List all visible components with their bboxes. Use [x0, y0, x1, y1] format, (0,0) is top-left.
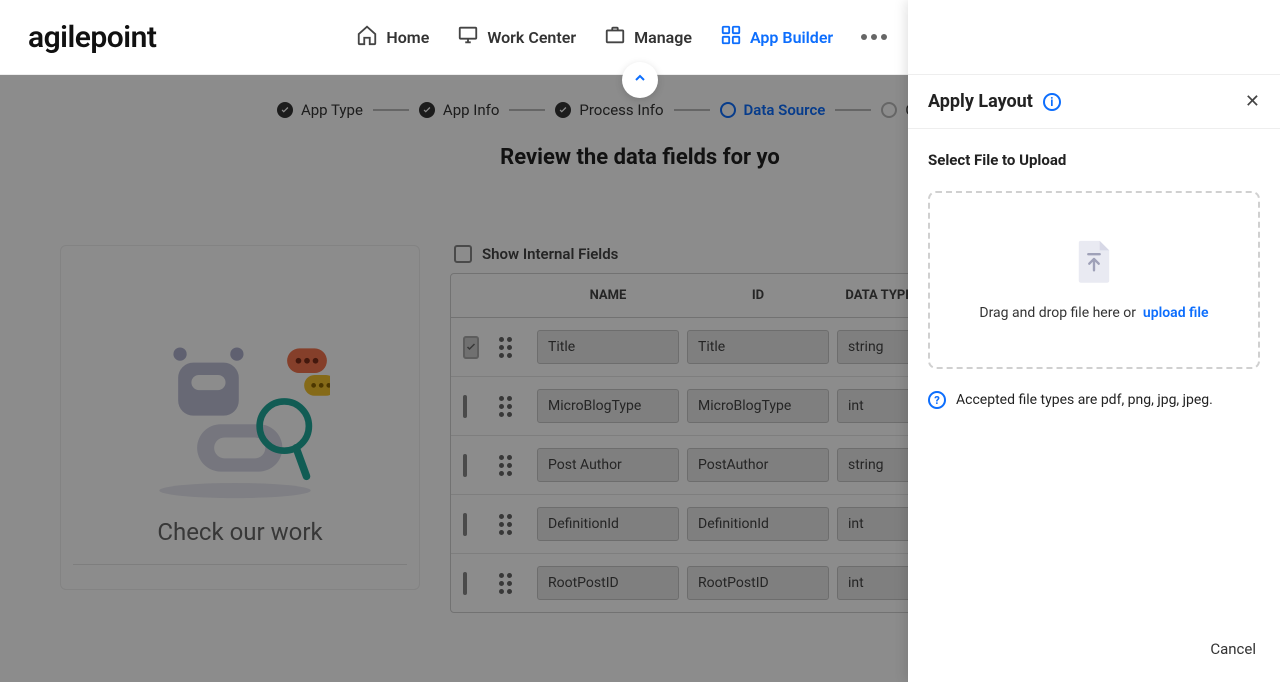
side-panel-body: Select File to Upload Drag and drop file…: [908, 129, 1280, 639]
nav-app-builder-label: App Builder: [750, 28, 833, 47]
file-dropzone[interactable]: Drag and drop file here or upload file: [928, 191, 1260, 369]
accepted-types-text: Accepted file types are pdf, png, jpg, j…: [956, 392, 1213, 408]
nav-work-center[interactable]: Work Center: [457, 24, 576, 50]
side-panel-footer: Cancel: [908, 639, 1280, 682]
collapse-nav-button[interactable]: [622, 62, 658, 98]
cancel-button[interactable]: Cancel: [1210, 640, 1256, 658]
upload-heading: Select File to Upload: [928, 151, 1260, 169]
side-panel-header: Apply Layout i ✕: [908, 75, 1280, 129]
accepted-types: ? Accepted file types are pdf, png, jpg,…: [928, 391, 1260, 409]
chevron-up-icon: [632, 70, 648, 90]
nav-work-center-label: Work Center: [487, 28, 576, 47]
upload-file-icon: [1075, 239, 1113, 285]
dropzone-text: Drag and drop file here or upload file: [979, 305, 1208, 321]
upload-file-link[interactable]: upload file: [1143, 305, 1209, 321]
side-panel-title: Apply Layout: [928, 91, 1033, 112]
close-icon[interactable]: ✕: [1245, 91, 1260, 112]
help-icon[interactable]: ?: [928, 391, 946, 409]
nav-manage-label: Manage: [634, 28, 692, 47]
side-panel: Apply Layout i ✕ Select File to Upload D…: [908, 0, 1280, 682]
grid-icon: [720, 24, 742, 50]
nav-app-builder[interactable]: App Builder: [720, 24, 833, 50]
home-icon: [356, 24, 378, 50]
nav-center: Home Work Center Manage App Builder: [356, 24, 887, 50]
briefcase-icon: [604, 24, 626, 50]
logo: agilepoint: [28, 20, 156, 55]
nav-home-label: Home: [386, 28, 429, 47]
dropzone-label: Drag and drop file here or: [979, 305, 1136, 321]
info-icon[interactable]: i: [1043, 93, 1061, 111]
nav-home[interactable]: Home: [356, 24, 429, 50]
monitor-icon: [457, 24, 479, 50]
nav-manage[interactable]: Manage: [604, 24, 692, 50]
nav-more[interactable]: [861, 34, 887, 40]
